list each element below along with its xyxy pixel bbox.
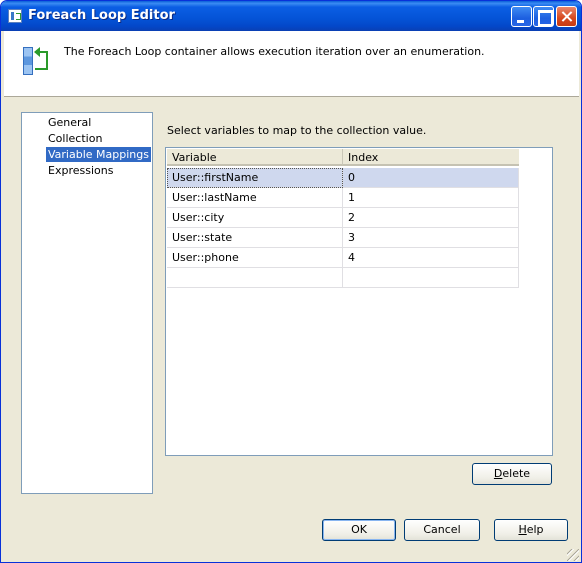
delete-button[interactable]: Delete bbox=[472, 463, 552, 485]
ok-button[interactable]: OK bbox=[322, 519, 396, 541]
cell-variable[interactable]: User::city bbox=[167, 208, 343, 228]
column-header-variable[interactable]: Variable bbox=[167, 149, 343, 166]
cell-index[interactable]: 3 bbox=[343, 228, 519, 248]
cell-index[interactable]: 2 bbox=[343, 208, 519, 228]
title-bar[interactable]: Foreach Loop Editor bbox=[1, 1, 581, 31]
resize-grip[interactable] bbox=[567, 549, 579, 561]
nav-item-expressions[interactable]: Expressions bbox=[46, 163, 115, 178]
cell-index[interactable]: 4 bbox=[343, 248, 519, 268]
nav-item-general[interactable]: General bbox=[46, 115, 93, 130]
variable-mappings-grid[interactable]: Variable Index User::firstName 0 User::l… bbox=[165, 147, 553, 456]
header-panel bbox=[4, 31, 579, 96]
cell-variable[interactable]: User::state bbox=[167, 228, 343, 248]
header-description: The Foreach Loop container allows execut… bbox=[64, 45, 485, 58]
close-button[interactable] bbox=[556, 6, 577, 27]
page-navigation: General Collection Variable Mappings Exp… bbox=[21, 112, 153, 494]
maximize-button[interactable] bbox=[533, 6, 554, 27]
help-button[interactable]: Help bbox=[494, 519, 568, 541]
cell-variable[interactable]: User::firstName bbox=[167, 168, 343, 188]
cell-index[interactable]: 0 bbox=[343, 168, 519, 188]
window-icon bbox=[8, 9, 22, 23]
new-row-variable-cell[interactable] bbox=[167, 268, 343, 288]
cell-variable[interactable]: User::phone bbox=[167, 248, 343, 268]
cell-variable[interactable]: User::lastName bbox=[167, 188, 343, 208]
window-title: Foreach Loop Editor bbox=[28, 8, 175, 23]
mappings-instruction: Select variables to map to the collectio… bbox=[167, 124, 427, 137]
column-header-index[interactable]: Index bbox=[343, 149, 519, 166]
cell-index[interactable]: 1 bbox=[343, 188, 519, 208]
nav-item-collection[interactable]: Collection bbox=[46, 131, 104, 146]
foreach-loop-icon bbox=[23, 47, 51, 77]
cancel-button[interactable]: Cancel bbox=[404, 519, 480, 541]
nav-item-variable-mappings[interactable]: Variable Mappings bbox=[46, 147, 151, 162]
new-row-index-cell[interactable] bbox=[343, 268, 519, 288]
header-divider bbox=[4, 96, 579, 97]
minimize-button[interactable] bbox=[511, 6, 532, 27]
foreach-loop-editor-window: Foreach Loop Editor The Foreach Loop con… bbox=[0, 0, 582, 563]
